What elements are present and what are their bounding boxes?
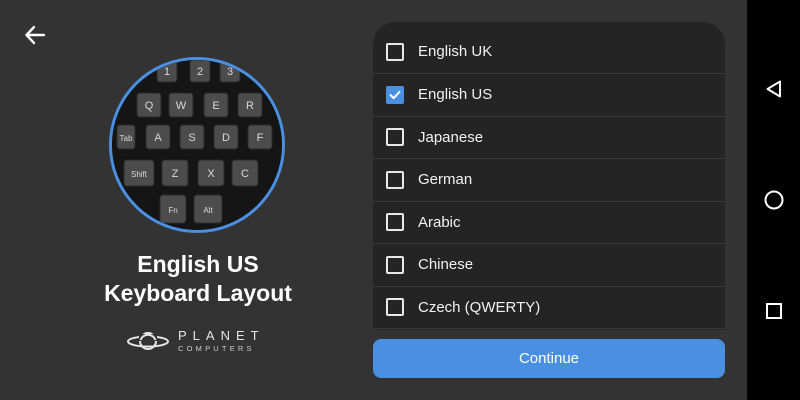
checkbox[interactable] [386, 170, 404, 189]
navigation-bar [747, 0, 800, 400]
circle-home-icon [764, 190, 783, 210]
page-title: English US Keyboard Layout [90, 250, 306, 308]
checkbox[interactable] [386, 128, 404, 147]
nav-recents-button[interactable] [747, 291, 800, 331]
title-line-2: Keyboard Layout [104, 280, 292, 306]
list-item-label: Czech (QWERTY) [418, 298, 541, 316]
keyboard-key-label: A [154, 132, 162, 144]
checkbox[interactable] [386, 298, 404, 317]
list-item-german[interactable]: German [373, 159, 725, 202]
keyboard-key-label: W [176, 100, 187, 112]
list-item-arabic[interactable]: Arabic [373, 202, 725, 244]
keyboard-key-label: 2 [197, 66, 203, 78]
keyboard-key-label: C [241, 168, 249, 180]
nav-back-button[interactable] [747, 69, 800, 109]
arrow-left-icon [25, 25, 46, 45]
keyboard-key-label: Z [172, 168, 179, 180]
list-item-label: English US [418, 86, 493, 104]
keyboard-image: 1 2 3 Q W E R Tab A S D F Shift Z X C Fn Alt [109, 57, 285, 233]
keyboard-key-label: F [257, 132, 264, 144]
keyboard-key-label: Fn [168, 206, 177, 215]
keyboard-key-label: 3 [227, 66, 233, 78]
list-item-label: Japanese [418, 128, 484, 146]
list-item-label: English UK [418, 43, 493, 60]
square-recents-icon [765, 303, 782, 319]
keyboard-key-label: E [212, 100, 219, 112]
keyboard-key-label: R [246, 100, 254, 112]
check-icon [389, 90, 401, 99]
keyboard-key-label: S [188, 132, 195, 144]
list-item-english-uk[interactable]: English UK [373, 22, 725, 74]
list-item-label: German [418, 171, 473, 189]
list-item-label: Chinese [418, 256, 474, 274]
checkbox[interactable] [386, 213, 404, 232]
title-line-1: English US [137, 251, 259, 277]
planet-computers-logo: PLANET COMPUTERS [126, 326, 276, 356]
list-item-japanese[interactable]: Japanese [373, 117, 725, 159]
brand-sub: COMPUTERS [178, 344, 255, 353]
keyboard-key-label: X [207, 168, 215, 180]
keyboard-key-label: Q [145, 100, 154, 112]
checkbox-checked[interactable] [386, 85, 404, 104]
layout-list[interactable]: English UK English US Japanese German Ar… [373, 22, 725, 330]
nav-home-button[interactable] [747, 180, 800, 220]
checkbox[interactable] [386, 42, 404, 61]
keyboard-key-label: Tab [120, 134, 133, 143]
list-item-czech-qwerty[interactable]: Czech (QWERTY) [373, 287, 725, 329]
brand-name: PLANET [178, 328, 265, 343]
keyboard-key-label: Alt [203, 206, 213, 215]
checkbox[interactable] [386, 255, 404, 274]
list-item-chinese[interactable]: Chinese [373, 244, 725, 287]
keyboard-key-label: Shift [131, 170, 148, 179]
list-item-english-us[interactable]: English US [373, 74, 725, 117]
back-button[interactable] [20, 20, 50, 50]
triangle-back-icon [766, 80, 781, 98]
planet-logo-icon [127, 332, 169, 350]
keyboard-illustration: 1 2 3 Q W E R Tab A S D F Shift Z X C Fn Alt [112, 60, 282, 230]
list-item-label: Arabic [418, 213, 461, 231]
keyboard-key-label: 1 [164, 66, 170, 78]
continue-button[interactable]: Continue [373, 339, 725, 378]
keyboard-key-label: D [222, 132, 230, 144]
